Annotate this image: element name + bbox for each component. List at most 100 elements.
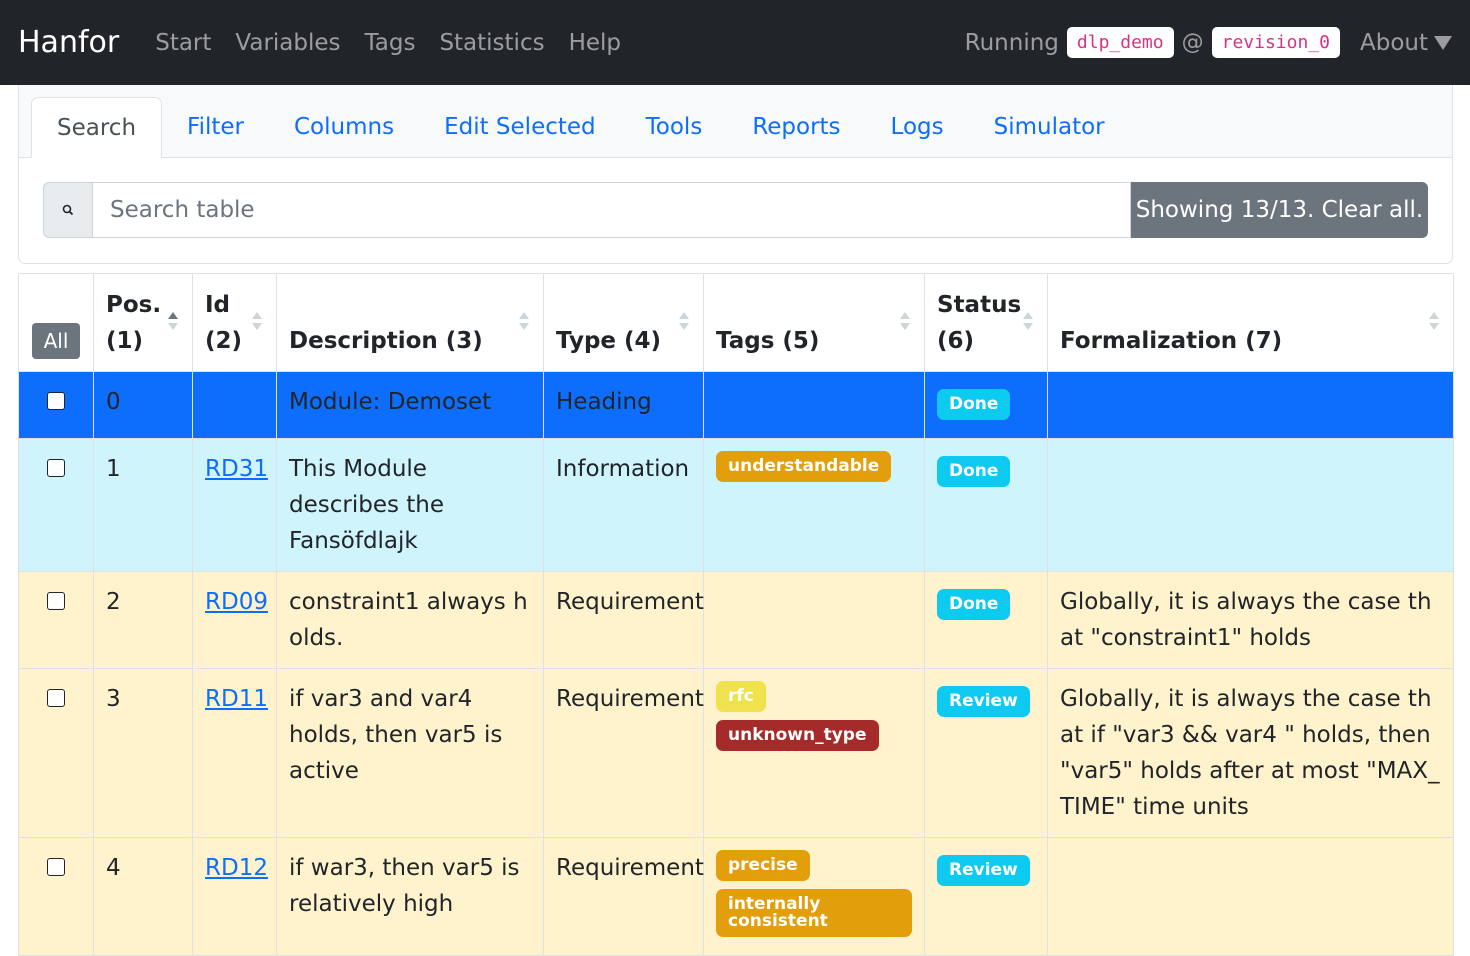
nav-link-help[interactable]: Help [569, 30, 621, 56]
row-checkbox[interactable] [47, 459, 65, 477]
tab-columns[interactable]: Columns [269, 97, 419, 157]
type-cell: Requirement [543, 837, 704, 956]
row-checkbox[interactable] [47, 592, 65, 610]
table-row[interactable]: 2 RD09 constraint1 always holds. Require… [18, 571, 1454, 669]
col-header-id-label: Id (2) [205, 292, 243, 354]
description-cell: if war3, then var5 is relatively high [276, 837, 544, 956]
tags-cell: understandable [703, 438, 925, 572]
table-row[interactable]: 3 RD11 if var3 and var4 holds, then var5… [18, 668, 1454, 838]
tag-badge[interactable]: unknown_type [716, 720, 879, 751]
formalization-cell[interactable]: Globally, it is always the case that if … [1047, 668, 1454, 838]
sort-icon [1429, 312, 1439, 330]
col-header-description[interactable]: Description (3) [276, 273, 544, 372]
tab-search[interactable]: Search [31, 97, 163, 158]
col-header-tags-label: Tags (5) [716, 328, 820, 354]
tools-card: Search Filter Columns Edit Selected Tool… [18, 85, 1453, 264]
tags-cell: precise internally consistent [703, 837, 925, 956]
pos-cell: 2 [93, 571, 193, 669]
col-header-description-label: Description (3) [289, 328, 483, 354]
formalization-cell[interactable] [1047, 837, 1454, 956]
table-row[interactable]: 4 RD12 if war3, then var5 is relatively … [18, 837, 1454, 956]
type-cell: Heading [543, 371, 704, 439]
description-cell: constraint1 always holds. [276, 571, 544, 669]
table-row[interactable]: 1 RD31 This Module describes the Fansöfd… [18, 438, 1454, 572]
col-header-id[interactable]: Id (2) [192, 273, 277, 372]
row-checkbox[interactable] [47, 858, 65, 876]
requirements-table: All Pos. (1) Id (2) Description (3) Type… [18, 273, 1454, 956]
revision-badge: revision_0 [1211, 27, 1340, 58]
tab-logs[interactable]: Logs [866, 97, 969, 157]
description-cell: This Module describes the Fansöfdlajk [276, 438, 544, 572]
row-checkbox[interactable] [47, 392, 65, 410]
col-header-type[interactable]: Type (4) [543, 273, 704, 372]
tab-filter[interactable]: Filter [162, 97, 269, 157]
status-badge: Done [937, 389, 1011, 420]
pos-cell: 0 [93, 371, 193, 439]
row-checkbox[interactable] [47, 689, 65, 707]
status-cell: Done [924, 438, 1048, 572]
col-header-pos[interactable]: Pos. (1) [93, 273, 193, 372]
row-select-cell [18, 668, 94, 838]
id-cell: RD31 [192, 438, 277, 572]
status-cell: Review [924, 668, 1048, 838]
formalization-cell[interactable] [1047, 438, 1454, 572]
col-header-status[interactable]: Status (6) [924, 273, 1048, 372]
type-cell: Requirement [543, 571, 704, 669]
table-row[interactable]: 0 Module: Demoset Heading Done [18, 371, 1454, 439]
sort-icon [679, 312, 689, 330]
nav-links: Start Variables Tags Statistics Help [155, 30, 621, 56]
status-cell: Review [924, 837, 1048, 956]
tab-tools[interactable]: Tools [621, 97, 728, 157]
tag-badge[interactable]: understandable [716, 451, 892, 482]
type-cell: Requirement [543, 668, 704, 838]
sort-icon [519, 312, 529, 330]
top-navbar: Hanfor Start Variables Tags Statistics H… [0, 0, 1470, 85]
formalization-cell[interactable]: Globally, it is always the case that "co… [1047, 571, 1454, 669]
nav-link-start[interactable]: Start [155, 30, 211, 56]
row-select-cell [18, 438, 94, 572]
row-select-cell [18, 371, 94, 439]
col-header-formalization[interactable]: Formalization (7) [1047, 273, 1454, 372]
brand-logo[interactable]: Hanfor [18, 25, 119, 60]
col-header-tags[interactable]: Tags (5) [703, 273, 925, 372]
tab-edit-selected[interactable]: Edit Selected [419, 97, 621, 157]
id-cell [192, 371, 277, 439]
status-badge: Review [937, 855, 1030, 886]
tags-cell: rfc unknown_type [703, 668, 925, 838]
sort-icon [252, 312, 262, 330]
col-header-status-label: Status (6) [937, 292, 1022, 354]
id-cell: RD11 [192, 668, 277, 838]
row-select-cell [18, 571, 94, 669]
tab-reports[interactable]: Reports [727, 97, 865, 157]
caret-down-icon [1434, 35, 1452, 50]
status-cell: Done [924, 571, 1048, 669]
requirement-id-link[interactable]: RD31 [205, 456, 268, 482]
tag-badge[interactable]: precise [716, 850, 810, 881]
nav-link-tags[interactable]: Tags [365, 30, 416, 56]
select-all-button[interactable]: All [31, 323, 81, 359]
clear-all-button[interactable]: Showing 13/13. Clear all. [1131, 182, 1428, 238]
formalization-cell[interactable] [1047, 371, 1454, 439]
search-input[interactable] [93, 182, 1131, 238]
search-bar: Showing 13/13. Clear all. [43, 182, 1428, 238]
table-header-row: All Pos. (1) Id (2) Description (3) Type… [18, 273, 1454, 372]
requirement-id-link[interactable]: RD09 [205, 589, 268, 615]
tag-badge[interactable]: internally consistent [716, 889, 912, 937]
id-cell: RD09 [192, 571, 277, 669]
status-badge: Done [937, 456, 1011, 487]
tab-simulator[interactable]: Simulator [969, 97, 1130, 157]
row-select-cell [18, 837, 94, 956]
nav-link-statistics[interactable]: Statistics [439, 30, 544, 56]
requirement-id-link[interactable]: RD11 [205, 686, 268, 712]
status-cell: Done [924, 371, 1048, 439]
col-header-pos-label: Pos. (1) [106, 292, 162, 354]
col-header-formalization-label: Formalization (7) [1060, 328, 1283, 354]
nav-link-variables[interactable]: Variables [235, 30, 340, 56]
about-dropdown[interactable]: About [1360, 30, 1452, 56]
tags-cell [703, 371, 925, 439]
about-label: About [1359, 29, 1428, 56]
requirement-id-link[interactable]: RD12 [205, 855, 268, 881]
project-badge: dlp_demo [1066, 27, 1174, 58]
tag-badge[interactable]: rfc [716, 681, 766, 712]
id-cell: RD12 [192, 837, 277, 956]
